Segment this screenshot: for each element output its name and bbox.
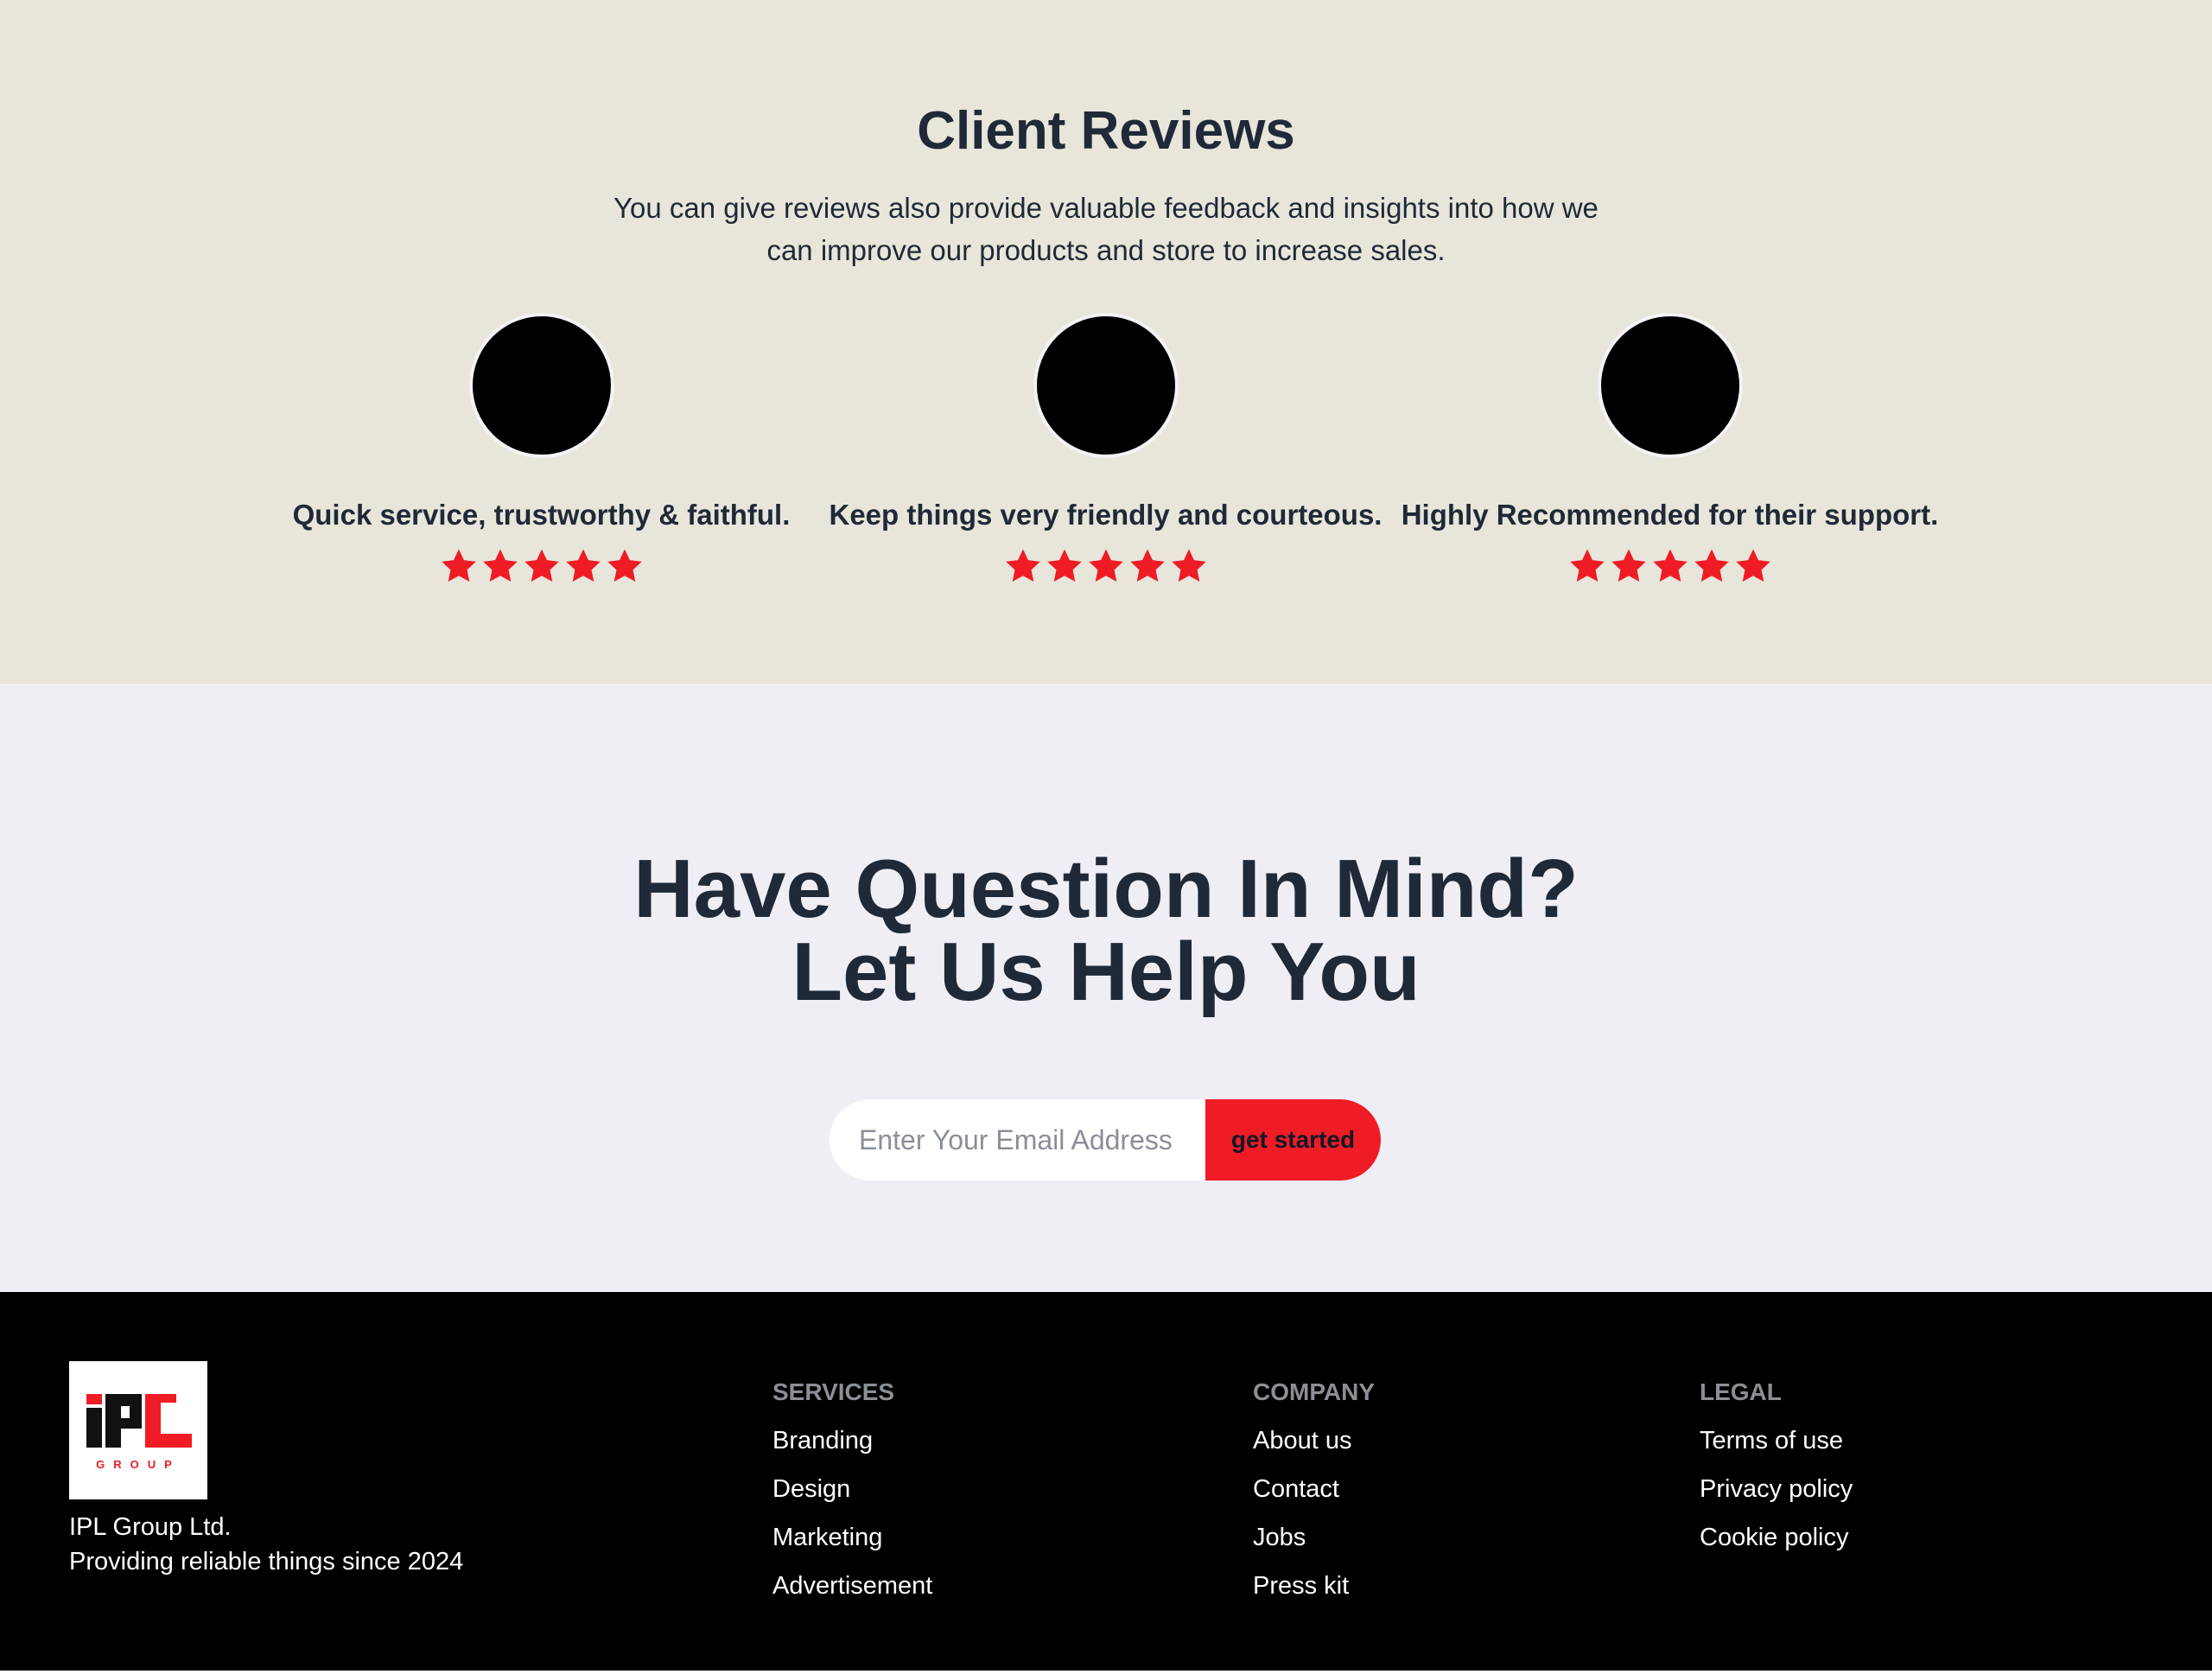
- ipl-logo-icon: GROUP: [86, 1394, 192, 1471]
- avatar: [1033, 313, 1179, 458]
- review-card: Keep things very friendly and courteous.: [823, 313, 1388, 586]
- help-title: Have Question In Mind? Let Us Help You: [0, 848, 2212, 1014]
- footer-heading: SERVICES: [772, 1378, 895, 1405]
- footer-column-services: SERVICES Branding Design Marketing Adver…: [772, 1375, 932, 1617]
- company-name: IPL Group Ltd.: [69, 1513, 232, 1541]
- footer-link-cookie-policy[interactable]: Cookie policy: [1700, 1520, 1853, 1555]
- company-tagline: Providing reliable things since 2024: [69, 1548, 464, 1575]
- footer-link-marketing[interactable]: Marketing: [772, 1520, 932, 1555]
- avatar: [468, 313, 614, 458]
- footer-link-contact[interactable]: Contact: [1253, 1472, 1375, 1506]
- star-icon: [439, 546, 479, 586]
- email-signup-form: get started: [830, 1099, 1381, 1181]
- star-icon: [1609, 546, 1649, 586]
- star-icon: [1733, 546, 1773, 586]
- star-icon: [605, 546, 645, 586]
- star-icon: [1567, 546, 1607, 586]
- star-icon: [1045, 546, 1084, 586]
- footer-link-design[interactable]: Design: [772, 1472, 932, 1506]
- footer-bottom-border: [0, 1671, 2212, 1674]
- star-icon: [522, 546, 562, 586]
- star-icon: [1650, 546, 1690, 586]
- star-icon: [1169, 546, 1209, 586]
- review-text: Keep things very friendly and courteous.: [829, 499, 1382, 531]
- help-section: Have Question In Mind? Let Us Help You g…: [0, 684, 2212, 1292]
- review-card: Highly Recommended for their support.: [1388, 313, 1952, 586]
- review-text: Highly Recommended for their support.: [1401, 499, 1939, 531]
- footer-link-branding[interactable]: Branding: [772, 1423, 932, 1458]
- help-title-line-2: Let Us Help You: [791, 926, 1421, 1018]
- reviews-title: Client Reviews: [917, 101, 1295, 161]
- review-text: Quick service, trustworthy & faithful.: [292, 499, 791, 531]
- footer-link-about-us[interactable]: About us: [1253, 1423, 1375, 1458]
- star-icon: [1128, 546, 1167, 586]
- footer-link-advertisement[interactable]: Advertisement: [772, 1569, 932, 1603]
- star-rating: [1388, 546, 1952, 586]
- avatar: [1597, 313, 1743, 458]
- footer-heading: COMPANY: [1253, 1378, 1376, 1405]
- footer-column-legal: LEGAL Terms of use Privacy policy Cookie…: [1700, 1375, 1853, 1569]
- footer: GROUP IPL Group Ltd. Providing reliable …: [0, 1292, 2212, 1674]
- get-started-button[interactable]: get started: [1205, 1099, 1381, 1181]
- star-icon: [480, 546, 520, 586]
- star-icon: [1003, 546, 1043, 586]
- footer-column-company: COMPANY About us Contact Jobs Press kit: [1253, 1375, 1375, 1617]
- star-icon: [1692, 546, 1732, 586]
- email-input[interactable]: [830, 1099, 1205, 1181]
- footer-link-privacy-policy[interactable]: Privacy policy: [1700, 1472, 1853, 1506]
- help-title-line-1: Have Question In Mind?: [633, 843, 1579, 935]
- company-logo[interactable]: GROUP: [69, 1361, 207, 1499]
- logo-subtext: GROUP: [96, 1458, 181, 1471]
- footer-link-terms-of-use[interactable]: Terms of use: [1700, 1423, 1853, 1458]
- footer-link-jobs[interactable]: Jobs: [1253, 1520, 1375, 1555]
- reviews-subtitle: You can give reviews also provide valuab…: [613, 192, 1599, 266]
- star-rating: [823, 546, 1388, 586]
- reviews-section: Client Reviews You can give reviews also…: [0, 0, 2212, 684]
- star-rating: [259, 546, 823, 586]
- star-icon: [563, 546, 603, 586]
- star-icon: [1086, 546, 1126, 586]
- review-card: Quick service, trustworthy & faithful.: [259, 313, 823, 586]
- footer-heading: LEGAL: [1700, 1378, 1782, 1405]
- footer-link-press-kit[interactable]: Press kit: [1253, 1569, 1375, 1603]
